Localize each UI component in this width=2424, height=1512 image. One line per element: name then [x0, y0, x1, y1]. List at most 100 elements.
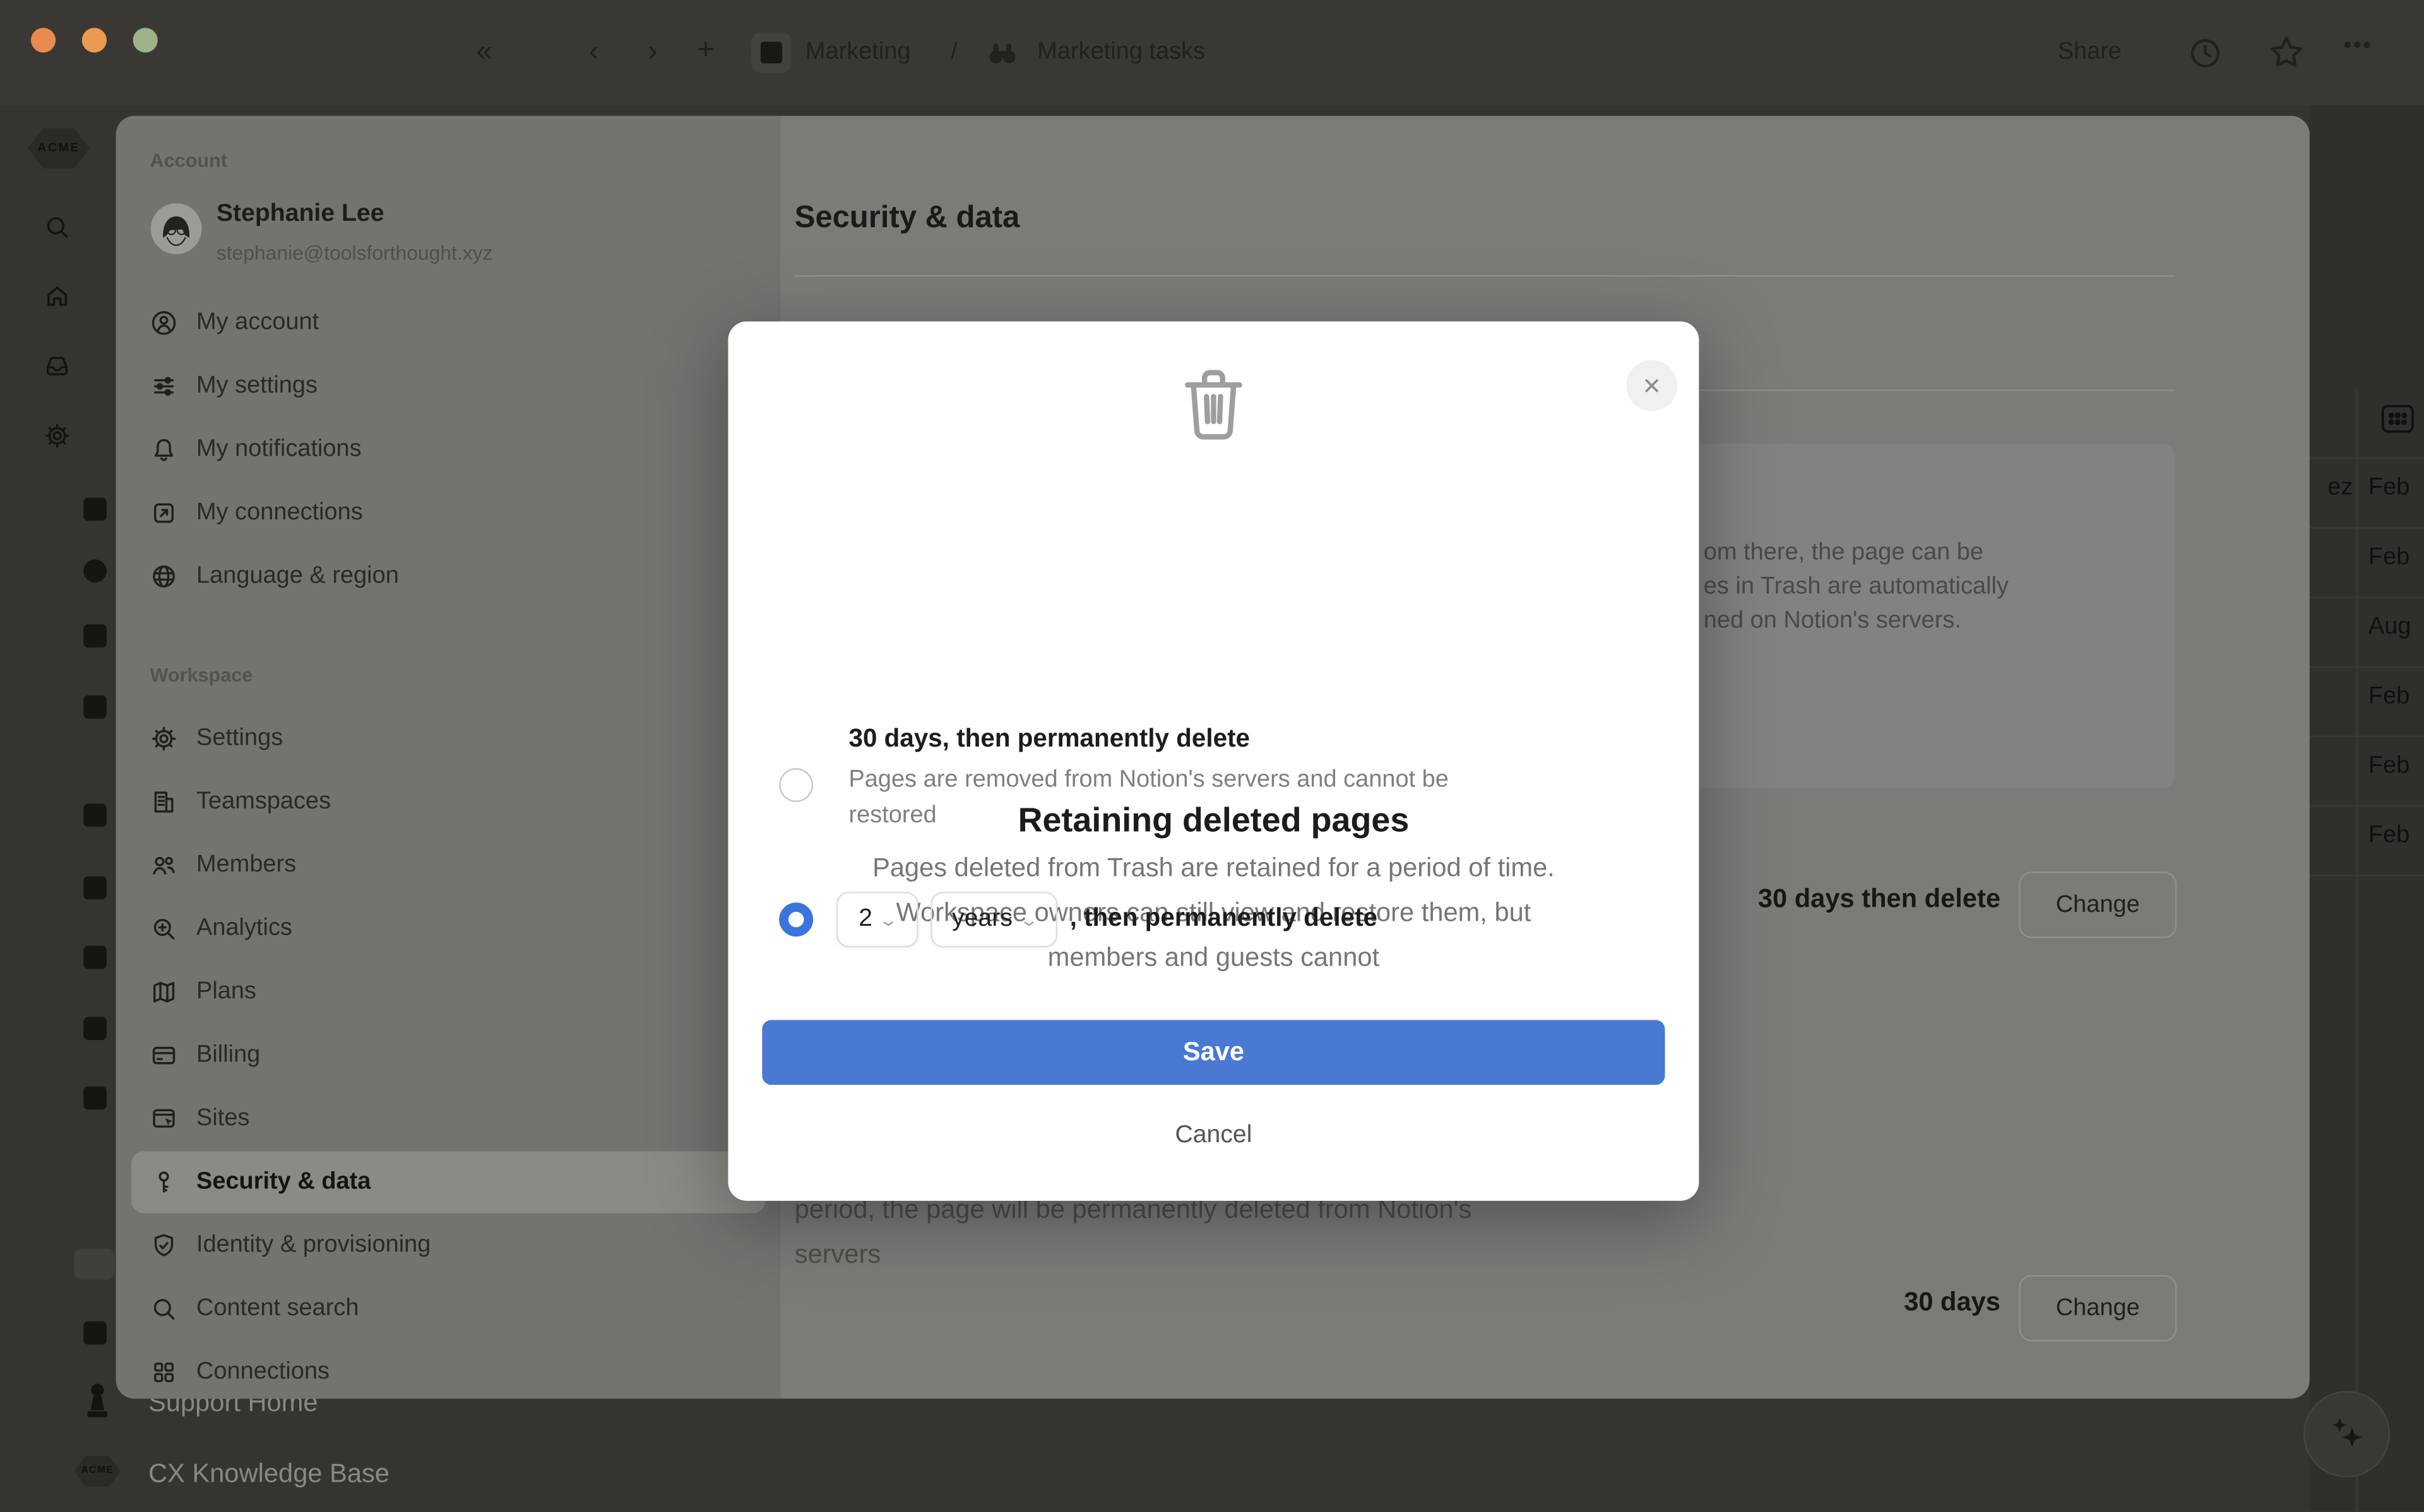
page-title: Security & data [794, 201, 1020, 235]
guitar-icon[interactable] [83, 1086, 107, 1110]
box-icon[interactable] [83, 624, 107, 648]
info-text-line: es in Trash are automatically [1703, 573, 2009, 600]
setting-value: 30 days [1904, 1287, 2000, 1317]
chevron-down-icon: ⌄ [879, 911, 899, 930]
breadcrumb-page[interactable]: Marketing tasks [1037, 38, 1205, 66]
sidebar-item-billing[interactable]: Billing [131, 1025, 765, 1087]
modal-description-line: Pages deleted from Trash are retained fo… [872, 853, 1555, 883]
retention-unit-select[interactable]: years ⌄ [930, 892, 1058, 948]
option-label[interactable]: 30 days, then permanently delete [848, 725, 1250, 755]
radio-custom-period[interactable] [779, 902, 814, 937]
feather-icon[interactable] [83, 1321, 107, 1345]
cancel-button[interactable]: Cancel [728, 1122, 1699, 1150]
pawn-icon [80, 1380, 114, 1428]
radio-30-days[interactable] [779, 768, 814, 803]
teamspace-icon[interactable] [751, 32, 792, 73]
sidebar-item-plans[interactable]: Plans [131, 961, 765, 1023]
sidebar-collapse-icon[interactable]: « [476, 37, 492, 67]
change-button[interactable]: Change [2019, 871, 2177, 938]
window-titlebar: « ‹ › + Marketing / Marketing tasks Shar… [0, 0, 2424, 105]
change-button[interactable]: Change [2019, 1275, 2177, 1342]
ai-sparkle-button[interactable] [2303, 1391, 2391, 1478]
sidebar-item-security-data[interactable]: Security & data [131, 1151, 766, 1214]
sidebar-item-connections[interactable]: Connections [131, 1342, 765, 1399]
new-page-icon[interactable]: + [697, 35, 714, 65]
eight-ball-icon[interactable] [83, 559, 107, 583]
table-row: ez Feb [2309, 458, 2424, 529]
sidebar-item-label: Content search [196, 1295, 359, 1321]
sidebar-item-content-search[interactable]: Content search [131, 1278, 765, 1340]
background-table: ez Feb Feb Aug Feb Feb Feb [2309, 105, 2424, 1512]
trash-icon [1173, 362, 1254, 456]
page-footer-line: servers [794, 1239, 881, 1269]
home-icon[interactable] [44, 283, 71, 318]
sidebar-item-my-connections[interactable]: My connections [131, 482, 765, 544]
sidebar-item-label: My connections [196, 499, 363, 526]
search-icon[interactable] [44, 213, 71, 249]
share-button[interactable]: Share [2058, 38, 2122, 66]
window-zoom-button[interactable] [133, 28, 158, 53]
divider [794, 275, 2175, 277]
sidebar-item-label: Plans [196, 978, 256, 1005]
save-button[interactable]: Save [762, 1020, 1665, 1085]
sidebar-item-label: Billing [196, 1041, 261, 1068]
sidebar-item-sites[interactable]: Sites [131, 1088, 765, 1150]
browser-cursor-icon [150, 1105, 184, 1133]
magnifier-icon [150, 1295, 184, 1323]
map-icon [150, 978, 184, 1006]
projector-icon[interactable] [83, 1017, 107, 1041]
sidebar-item-language-region[interactable]: Language & region [131, 545, 765, 607]
forward-icon[interactable]: › [648, 37, 657, 67]
window-minimize-button[interactable] [81, 28, 107, 53]
sparkles-icon [2332, 1418, 2362, 1447]
info-text-line: ned on Notion's servers. [1703, 607, 1961, 634]
sidebar-item-analytics[interactable]: Analytics [131, 898, 765, 960]
back-icon[interactable]: ‹ [589, 37, 598, 67]
sidebar-item-my-notifications[interactable]: My notifications [131, 419, 765, 481]
option-suffix: , then permanently delete [1069, 904, 1377, 932]
sidebar-item-label: My notifications [196, 435, 362, 463]
table-cell-date-fragment: Feb [2368, 544, 2410, 570]
clock-icon[interactable] [2187, 35, 2223, 79]
workspace-logo[interactable]: ACME [28, 128, 90, 168]
sidebar-item-identity-provisioning[interactable]: Identity & provisioning [131, 1215, 765, 1277]
sidebar-item-cx-knowledge-base[interactable]: CX Knowledge Base [148, 1459, 389, 1490]
user-email: stephanie@toolsforthought.xyz [216, 241, 493, 264]
corner-arrow-icon[interactable] [83, 497, 107, 521]
breadcrumb-team[interactable]: Marketing [805, 38, 911, 66]
globe-icon [150, 562, 184, 590]
close-icon[interactable]: ✕ [1626, 360, 1678, 411]
table-cell-date-fragment: Feb [2368, 822, 2410, 849]
sidebar-item-members[interactable]: Members [131, 834, 765, 896]
crate-icon[interactable] [83, 695, 107, 719]
settings-sidebar: Account Stephanie Lee stephanie@toolsfor… [116, 115, 781, 1399]
retention-value-select[interactable]: 2 ⌄ [836, 892, 918, 948]
binoculars-icon [986, 40, 1018, 74]
window-close-button[interactable] [30, 28, 56, 53]
sidebar-item-my-settings[interactable]: My settings [131, 355, 765, 417]
table-cell-date-fragment: Feb [2368, 474, 2410, 501]
gear-icon[interactable] [44, 422, 71, 458]
sidebar-item-my-account[interactable]: My account [131, 292, 765, 354]
more-options-icon[interactable]: ••• [2344, 32, 2373, 59]
star-icon[interactable] [2268, 34, 2305, 79]
sidebar-item-teamspaces[interactable]: Teamspaces [131, 771, 765, 833]
chevron-down-icon: ⌄ [1019, 911, 1039, 930]
inbox-icon[interactable] [44, 352, 71, 387]
option-description-line: restored [848, 802, 937, 829]
grid-icon [150, 1359, 184, 1386]
sidebar-item-settings[interactable]: Settings [131, 708, 765, 770]
carousel-icon[interactable] [83, 876, 107, 900]
table-cell-name-fragment: ez [2327, 474, 2353, 501]
card-box-icon[interactable] [83, 945, 107, 969]
sidebar-item-label: Settings [196, 724, 283, 752]
people-badge-icon[interactable] [74, 1248, 115, 1280]
plant-icon[interactable] [83, 803, 107, 827]
sidebar-item-label: Analytics [196, 914, 292, 942]
sidebar-item-label: Connections [196, 1358, 330, 1385]
bell-icon [150, 436, 184, 464]
account-section-header: Account [150, 150, 228, 172]
shield-check-icon [150, 1232, 184, 1260]
table-row: Feb [2309, 805, 2424, 877]
building-icon [150, 788, 184, 816]
